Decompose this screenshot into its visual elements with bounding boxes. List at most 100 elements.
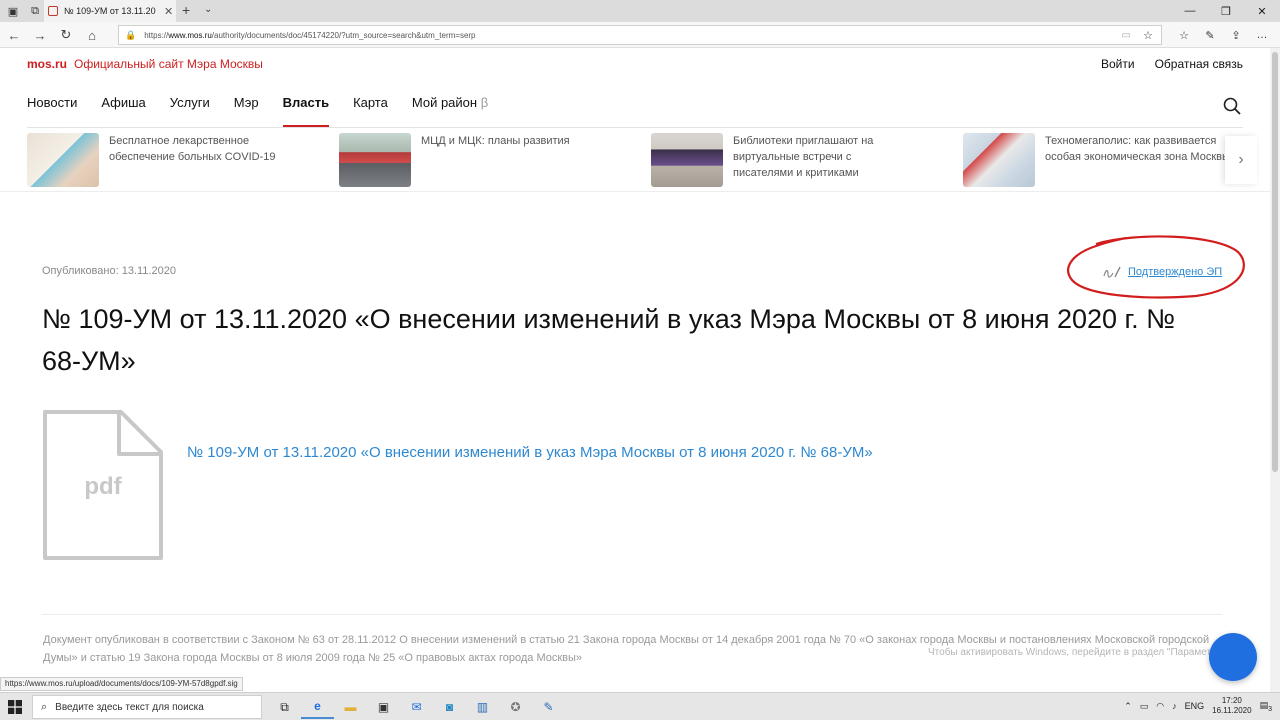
new-tab-icon[interactable]: + xyxy=(182,2,190,18)
nav-item-mayor[interactable]: Мэр xyxy=(234,95,259,127)
footer-divider xyxy=(42,614,1222,615)
volume-icon[interactable]: ♪ xyxy=(1172,701,1177,711)
favorite-star-icon[interactable]: ☆ xyxy=(1143,29,1153,42)
news-thumbnail xyxy=(963,133,1035,187)
signature-icon xyxy=(1103,266,1121,278)
site-subtitle[interactable]: Официальный сайт Мэра Москвы xyxy=(74,57,263,71)
browser-tab[interactable]: № 109-УМ от 13.11.2020 ✕ xyxy=(44,0,176,22)
home-icon[interactable]: ⌂ xyxy=(82,26,102,44)
people-icon[interactable]: ⌃ xyxy=(1124,701,1132,712)
emblem-app-icon[interactable]: ✪ xyxy=(499,695,532,719)
tab-preview-icon[interactable]: ⧉ xyxy=(26,2,44,20)
news-item[interactable]: МЦД и МЦК: планы развития xyxy=(339,133,639,189)
taskbar-search-placeholder: Введите здесь текст для поиска xyxy=(55,701,204,713)
browser-toolbar: ☆ ✎ ⇪ … xyxy=(1174,26,1272,44)
carousel-next-button[interactable]: › xyxy=(1225,136,1257,184)
system-tray: ⌃ ▭ ◠ ♪ ENG 17:20 16.11.2020 ▤3 xyxy=(1124,696,1272,716)
windows-activation-watermark: Чтобы активировать Windows, перейдите в … xyxy=(928,647,1231,658)
news-divider xyxy=(0,191,1270,192)
pdf-download-link[interactable]: № 109-УМ от 13.11.2020 «О внесении измен… xyxy=(187,444,873,461)
pdf-file-label: pdf xyxy=(84,473,122,500)
scrollbar-thumb[interactable] xyxy=(1272,52,1278,472)
task-view-icon[interactable]: ⧉ xyxy=(268,695,301,719)
back-icon[interactable]: ← xyxy=(4,26,24,44)
published-date: Опубликовано: 13.11.2020 xyxy=(42,265,176,277)
signature-verified-label: Подтверждено ЭП xyxy=(1128,266,1223,278)
file-explorer-icon[interactable]: ▬ xyxy=(334,695,367,719)
tab-title: № 109-УМ от 13.11.2020 xyxy=(64,6,156,16)
store-icon[interactable]: ▣ xyxy=(367,695,400,719)
url-field[interactable]: 🔒 https:// www.mos.ru /authority/documen… xyxy=(118,25,1162,45)
nav-item-afisha[interactable]: Афиша xyxy=(101,95,145,127)
window-controls: — ❐ ✕ xyxy=(1172,0,1280,22)
share-icon[interactable]: ⇪ xyxy=(1226,26,1246,44)
site-logo[interactable]: mos.ru xyxy=(27,57,67,71)
news-thumbnail xyxy=(339,133,411,187)
input-language[interactable]: ENG xyxy=(1185,701,1205,711)
more-icon[interactable]: … xyxy=(1252,26,1272,44)
pen-icon[interactable]: ✎ xyxy=(1200,26,1220,44)
feedback-link[interactable]: Обратная связь xyxy=(1155,57,1243,71)
taskbar-search-box[interactable]: ⌕ Введите здесь текст для поиска xyxy=(32,695,262,719)
taskbar-apps: ⧉ e ▬ ▣ ✉ ◙ ▥ ✪ ✎ xyxy=(268,695,565,719)
news-text: Техномегаполис: как развивается особая э… xyxy=(1045,135,1230,163)
news-item[interactable]: Библиотеки приглашают на виртуальные вст… xyxy=(651,133,951,189)
chart-app-icon[interactable]: ▥ xyxy=(466,695,499,719)
chevron-down-icon[interactable]: ⌄ xyxy=(204,4,212,15)
header-links: Войти Обратная связь xyxy=(1101,57,1243,71)
window-menu-icon[interactable]: ▣ xyxy=(4,2,22,20)
main-nav: Новости Афиша Услуги Мэр Власть Карта Мо… xyxy=(27,95,488,127)
nav-item-my-district[interactable]: Мой район β xyxy=(412,95,488,127)
forward-icon[interactable]: → xyxy=(30,26,50,44)
lock-icon: 🔒 xyxy=(125,29,137,40)
refresh-icon[interactable]: ↻ xyxy=(56,26,76,44)
news-thumbnail xyxy=(651,133,723,187)
chevron-right-icon: › xyxy=(1238,151,1244,168)
beta-badge: β xyxy=(480,95,489,110)
app-icon[interactable]: ◙ xyxy=(433,695,466,719)
news-carousel: Бесплатное лекарственное обеспечение бол… xyxy=(27,133,1230,189)
network-icon[interactable]: ▭ xyxy=(1140,701,1149,712)
minimize-icon[interactable]: — xyxy=(1172,0,1208,22)
pdf-file-icon[interactable]: pdf xyxy=(43,410,163,560)
mail-icon[interactable]: ✉ xyxy=(400,695,433,719)
news-item[interactable]: Бесплатное лекарственное обеспечение бол… xyxy=(27,133,327,189)
url-domain: www.mos.ru xyxy=(168,30,212,40)
chat-fab-button[interactable] xyxy=(1209,633,1257,681)
news-text: Бесплатное лекарственное обеспечение бол… xyxy=(109,135,276,163)
close-window-icon[interactable]: ✕ xyxy=(1244,0,1280,22)
restore-icon[interactable]: ❐ xyxy=(1208,0,1244,22)
notifications-icon[interactable]: ▤3 xyxy=(1260,700,1272,713)
nav-item-services[interactable]: Услуги xyxy=(170,95,210,127)
windows-taskbar: ⌕ Введите здесь текст для поиска ⧉ e ▬ ▣… xyxy=(0,692,1280,720)
nav-item-news[interactable]: Новости xyxy=(27,95,77,127)
windows-start-icon[interactable] xyxy=(8,700,22,714)
signature-verified-link[interactable]: Подтверждено ЭП xyxy=(1102,265,1222,279)
url-path: /authority/documents/doc/45174220/?utm_s… xyxy=(211,30,476,40)
news-text: МЦД и МЦК: планы развития xyxy=(421,135,570,147)
nav-item-map[interactable]: Карта xyxy=(353,95,388,127)
document-title: № 109-УМ от 13.11.2020 «О внесении измен… xyxy=(42,304,1176,376)
taskbar-clock[interactable]: 17:20 16.11.2020 xyxy=(1212,696,1251,716)
edge-browser-icon[interactable]: e xyxy=(301,695,334,719)
notification-count: 3 xyxy=(1268,705,1272,713)
login-link[interactable]: Войти xyxy=(1101,57,1135,71)
nav-item-my-district-label: Мой район xyxy=(411,95,478,110)
reading-view-icon[interactable]: ▭ xyxy=(1122,30,1131,41)
news-text: Библиотеки приглашают на виртуальные вст… xyxy=(733,135,874,179)
mosru-favicon-icon xyxy=(48,6,58,16)
search-icon: ⌕ xyxy=(41,700,48,713)
close-tab-icon[interactable]: ✕ xyxy=(164,5,173,18)
page-scrollbar[interactable] xyxy=(1270,48,1280,692)
nav-item-authority[interactable]: Власть xyxy=(282,95,330,127)
clock-date: 16.11.2020 xyxy=(1212,706,1252,715)
news-thumbnail xyxy=(27,133,99,187)
signature-app-icon[interactable]: ✎ xyxy=(532,695,565,719)
wifi-icon[interactable]: ◠ xyxy=(1156,701,1164,712)
browser-tab-strip: ▣ ⧉ № 109-УМ от 13.11.2020 ✕ + ⌄ — ❐ ✕ xyxy=(0,0,1280,22)
search-icon[interactable] xyxy=(1222,96,1242,116)
news-item[interactable]: Техномегаполис: как развивается особая э… xyxy=(963,133,1263,189)
address-bar: ← → ↻ ⌂ 🔒 https:// www.mos.ru /authority… xyxy=(0,22,1280,48)
favorites-hub-icon[interactable]: ☆ xyxy=(1174,26,1194,44)
status-bar-url: https://www.mos.ru/upload/documents/docs… xyxy=(0,677,243,691)
